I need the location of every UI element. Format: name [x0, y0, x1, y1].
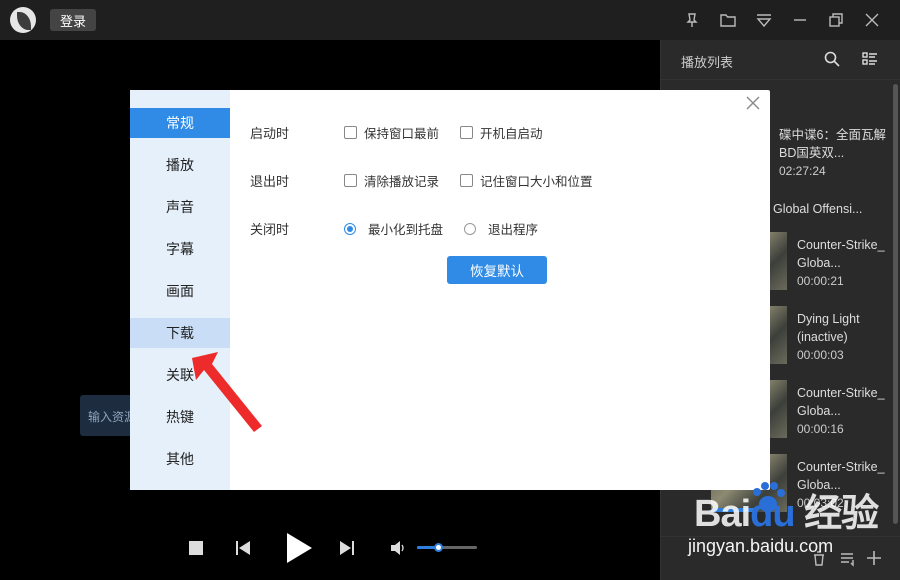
playlist-item-title: Counter-Strike_ Globa...	[797, 386, 885, 418]
volume-knob[interactable]	[434, 543, 443, 552]
close-label: 关闭时	[250, 222, 290, 237]
menu-icon[interactable]	[754, 10, 774, 30]
option-label: 记住窗口大小和位置	[480, 175, 593, 189]
stop-icon[interactable]	[189, 541, 203, 558]
remember-window-checkbox[interactable]: 记住窗口大小和位置	[460, 171, 593, 190]
option-label: 退出程序	[488, 223, 539, 237]
exit-label: 退出时	[250, 174, 290, 189]
playlist-item-time: 00:00:03	[797, 348, 844, 362]
search-icon[interactable]	[823, 50, 841, 71]
next-icon[interactable]	[339, 540, 355, 559]
auto-start-checkbox[interactable]: 开机自启动	[460, 123, 543, 142]
close-icon[interactable]	[862, 10, 882, 30]
startup-label: 启动时	[250, 126, 290, 141]
checkbox-box[interactable]	[344, 126, 357, 139]
exit-program-radio[interactable]: 退出程序	[464, 219, 538, 238]
volume-slider[interactable]	[417, 543, 477, 552]
dialog-close-icon[interactable]	[746, 96, 762, 112]
volume-icon[interactable]	[390, 540, 406, 559]
annotation-arrow-icon	[192, 352, 262, 432]
title-bar: 登录	[0, 0, 900, 40]
playlist-item-time: 02:27:24	[779, 164, 826, 178]
radio-unselected[interactable]	[464, 222, 476, 235]
playlist-title: 播放列表	[681, 55, 734, 70]
nav-item-picture[interactable]: 画面	[130, 276, 230, 306]
baidu-jingyan-watermark: Baidu 经验 jingyan.baidu.com	[688, 478, 898, 580]
pin-icon[interactable]	[682, 10, 702, 30]
keep-on-top-checkbox[interactable]: 保持窗口最前	[344, 123, 439, 142]
playlist-item-title: Dying Light (inactive)	[797, 312, 860, 344]
play-icon[interactable]	[285, 532, 313, 567]
playlist-item-title: Counter-Strike_ Globa...	[797, 238, 885, 270]
option-label: 开机自启动	[480, 127, 543, 141]
nav-item-audio[interactable]: 声音	[130, 192, 230, 222]
playlist-header: 播放列表	[661, 40, 900, 80]
nav-item-subtitle[interactable]: 字幕	[130, 234, 230, 264]
restore-defaults-button[interactable]: 恢复默认	[447, 256, 547, 284]
checkbox-box[interactable]	[460, 174, 473, 187]
watermark-url: jingyan.baidu.com	[688, 536, 834, 556]
playlist-item-title: 碟中谍6：全面瓦解BD国英双...	[779, 128, 886, 160]
player-controls	[185, 528, 485, 568]
playlist-item-title: Global Offensi...	[773, 202, 863, 216]
folder-icon[interactable]	[718, 10, 738, 30]
playlist-item-time: 00:00:16	[797, 422, 844, 436]
list-view-icon[interactable]	[861, 50, 879, 71]
nav-item-download[interactable]: 下载	[130, 318, 230, 348]
nav-item-other[interactable]: 其他	[130, 444, 230, 474]
checkbox-box[interactable]	[344, 174, 357, 187]
login-button[interactable]: 登录	[50, 9, 96, 31]
option-label: 最小化到托盘	[368, 223, 444, 237]
minimize-to-tray-radio[interactable]: 最小化到托盘	[344, 219, 443, 238]
nav-item-playback[interactable]: 播放	[130, 150, 230, 180]
minimize-icon[interactable]	[790, 10, 810, 30]
clear-history-checkbox[interactable]: 清除播放记录	[344, 171, 439, 190]
restore-icon[interactable]	[826, 10, 846, 30]
app-logo-icon	[10, 7, 36, 33]
playlist-item-time: 00:00:21	[797, 274, 844, 288]
radio-selected[interactable]	[344, 222, 356, 235]
baidu-paw-icon	[753, 482, 785, 512]
option-label: 保持窗口最前	[364, 127, 440, 141]
checkbox-box[interactable]	[460, 126, 473, 139]
nav-item-general[interactable]: 常规	[130, 108, 230, 138]
previous-icon[interactable]	[235, 540, 251, 559]
playlist-scrollbar[interactable]	[893, 84, 898, 524]
option-label: 清除播放记录	[364, 175, 440, 189]
